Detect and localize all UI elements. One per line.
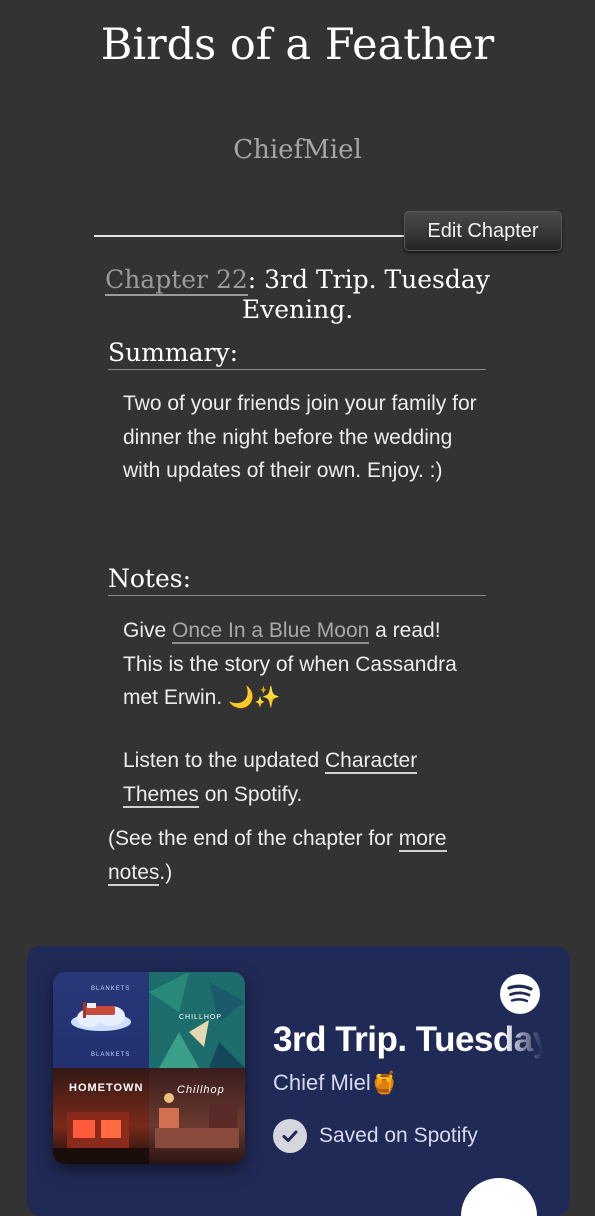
notes-text: Give bbox=[123, 619, 173, 642]
chapter-heading: Chapter 22: 3rd Trip. Tuesday Evening. bbox=[100, 265, 495, 325]
notes-text: on Spotify. bbox=[198, 782, 303, 806]
album-art-collage[interactable]: BLANKETS BLANKETS CHILLHOP HOMETOWN Chil… bbox=[53, 972, 245, 1164]
chapter-number-link[interactable]: Chapter 22 bbox=[105, 265, 248, 296]
edit-chapter-button[interactable]: Edit Chapter bbox=[404, 211, 562, 251]
notes-text: .) bbox=[159, 860, 173, 884]
author-name[interactable]: ChiefMiel bbox=[0, 135, 595, 165]
album-tile-blankets: BLANKETS BLANKETS bbox=[53, 972, 149, 1068]
house-scene-icon bbox=[53, 1112, 149, 1164]
summary-text: Two of your friends join your family for… bbox=[123, 392, 477, 482]
room-scene-icon bbox=[155, 1093, 239, 1148]
spotify-embed[interactable]: BLANKETS BLANKETS CHILLHOP HOMETOWN Chil… bbox=[27, 946, 570, 1216]
summary-heading: Summary: bbox=[108, 338, 486, 370]
check-icon bbox=[273, 1119, 307, 1153]
once-in-a-blue-moon-link[interactable]: Once In a Blue Moon bbox=[172, 619, 370, 644]
track-artist[interactable]: Chief Miel🍯 bbox=[273, 1070, 398, 1096]
notes-paragraph-2: Listen to the updated Character Themes o… bbox=[123, 744, 483, 811]
tile-caption: BLANKETS bbox=[91, 1052, 131, 1058]
spotify-logo-icon[interactable] bbox=[500, 974, 540, 1014]
notes-text: Listen to the updated bbox=[123, 749, 325, 772]
chapter-title: : 3rd Trip. Tuesday Evening. bbox=[241, 265, 490, 324]
track-title[interactable]: 3rd Trip. Tuesday Evening. bbox=[273, 1020, 543, 1060]
album-tile-chillhop-teal: CHILLHOP bbox=[149, 972, 245, 1068]
notes-text: (See the end of the chapter for bbox=[108, 827, 399, 850]
notes-paragraph-1: Give Once In a Blue Moon a read! This is… bbox=[123, 614, 483, 715]
notes-heading: Notes: bbox=[108, 564, 486, 596]
album-tile-chillhop-room: Chillhop bbox=[149, 1068, 245, 1164]
saved-label: Saved on Spotify bbox=[319, 1124, 478, 1147]
header-divider bbox=[94, 235, 414, 237]
saved-status[interactable]: Saved on Spotify bbox=[273, 1118, 478, 1154]
work-title: Birds of a Feather bbox=[100, 20, 495, 70]
end-notes-reference: (See the end of the chapter for more not… bbox=[108, 822, 488, 889]
play-icon[interactable] bbox=[461, 1178, 537, 1216]
album-tile-hometown: HOMETOWN bbox=[53, 1068, 149, 1164]
tile-caption: CHILLHOP bbox=[179, 1014, 223, 1021]
